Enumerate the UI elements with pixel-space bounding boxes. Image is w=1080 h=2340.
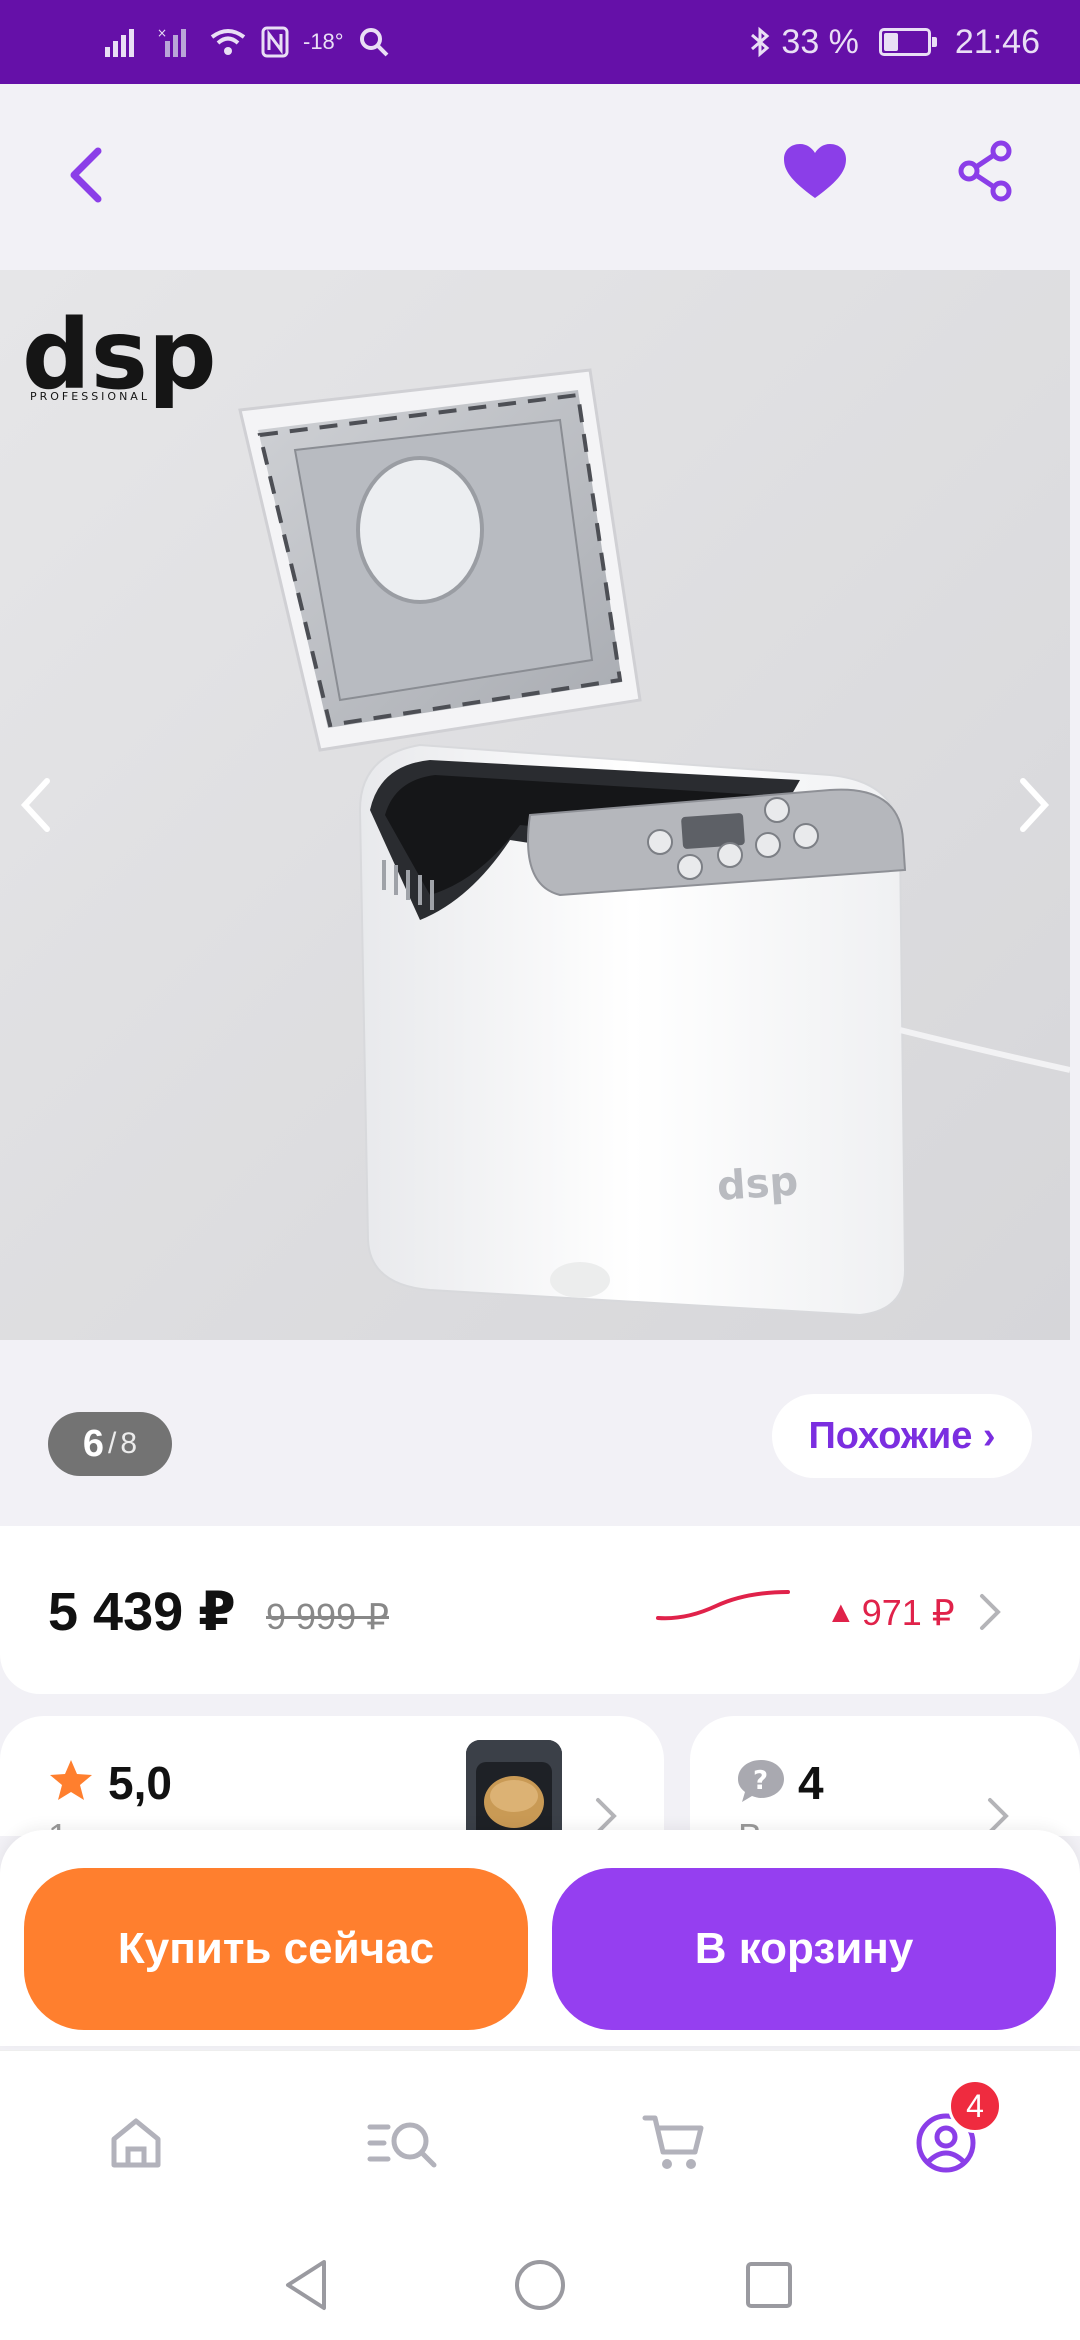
battery-level (883, 33, 898, 51)
bottom-navigation: 4 (0, 2050, 1080, 2220)
chevron-right-icon (980, 1594, 1001, 1630)
questions-count: 4 (798, 1757, 824, 1809)
similar-products-button[interactable]: Похожие › (772, 1394, 1032, 1478)
image-counter: 6 / 8 (48, 1412, 172, 1476)
system-navigation-bar (0, 2220, 1080, 2340)
buy-now-button[interactable]: Купить сейчас (24, 1868, 528, 2030)
old-price: 9 999 ₽ (266, 1596, 389, 1637)
nfc-icon (261, 26, 289, 58)
questions-card[interactable]: ? 4 В (690, 1716, 1080, 1836)
previous-image-button[interactable] (0, 760, 70, 850)
clock: 21:46 (954, 22, 1040, 61)
battery-icon (878, 28, 937, 56)
back-button[interactable] (40, 130, 130, 220)
chevron-left-icon (70, 147, 102, 203)
chevron-right-icon (1020, 778, 1050, 832)
profile-notification-badge: 4 (948, 2079, 1002, 2133)
total-images: 8 (120, 1427, 138, 1460)
circle-home-icon (515, 2260, 565, 2310)
product-photo: dsp PROFESSIONAL dsp (0, 270, 1080, 1340)
review-photo (466, 1740, 562, 1836)
review-photo-thumbnail[interactable] (466, 1740, 562, 1836)
chevron-left-icon (20, 778, 50, 832)
signal-icon (105, 29, 134, 57)
status-bar: × -18° 33 % 21:46 (0, 0, 1080, 84)
system-back-button[interactable] (272, 2250, 342, 2320)
catalog-search-icon (367, 2122, 437, 2168)
price-history-sparkline (656, 1590, 790, 1621)
heart-icon (784, 144, 846, 198)
star-icon (50, 1760, 92, 1800)
question-bubble-icon: ? (738, 1760, 784, 1802)
current-image-index: 6 (82, 1422, 105, 1465)
svg-text:dsp: dsp (715, 1158, 799, 1210)
triangle-back-icon (286, 2260, 326, 2310)
battery-percent: 33 % (781, 22, 859, 61)
svg-text:?: ? (753, 1766, 768, 1796)
temperature: -18° (303, 29, 344, 54)
share-button[interactable] (940, 126, 1030, 216)
svg-text:×: × (157, 27, 167, 40)
price-change: ▲ 971 ₽ (826, 1592, 955, 1633)
signal-no-service-icon: × (157, 27, 186, 57)
cart-icon (642, 2115, 704, 2169)
bluetooth-icon (751, 26, 770, 58)
nav-home[interactable] (96, 2103, 176, 2183)
add-to-cart-button[interactable]: В корзину (552, 1868, 1056, 2030)
next-image-button[interactable] (1000, 760, 1070, 850)
brand-logo: dsp PROFESSIONAL (22, 299, 217, 411)
square-recents-icon (746, 2262, 792, 2308)
svg-text:PROFESSIONAL: PROFESSIONAL (30, 390, 150, 403)
price-card[interactable]: 5 439 ₽ 9 999 ₽ ▲ 971 ₽ (0, 1526, 1080, 1694)
system-home-button[interactable] (505, 2250, 575, 2320)
nav-catalog[interactable] (364, 2103, 444, 2183)
current-price: 5 439 ₽ (48, 1582, 236, 1642)
product-image-gallery[interactable]: dsp PROFESSIONAL dsp (0, 270, 1080, 1340)
home-icon (111, 2118, 161, 2168)
nav-cart[interactable] (634, 2103, 714, 2183)
search-icon (359, 28, 389, 57)
purchase-bar: Купить сейчас В корзину (0, 1830, 1080, 2046)
up-arrow-icon: ▲ (826, 1596, 856, 1629)
rating-value: 5,0 (108, 1757, 172, 1809)
wifi-icon (210, 29, 246, 55)
rating-card[interactable]: 5,0 1 (0, 1716, 664, 1836)
favorite-button[interactable] (770, 126, 860, 216)
system-recents-button[interactable] (734, 2250, 804, 2320)
share-icon (958, 140, 1012, 202)
product-header (0, 84, 1080, 270)
